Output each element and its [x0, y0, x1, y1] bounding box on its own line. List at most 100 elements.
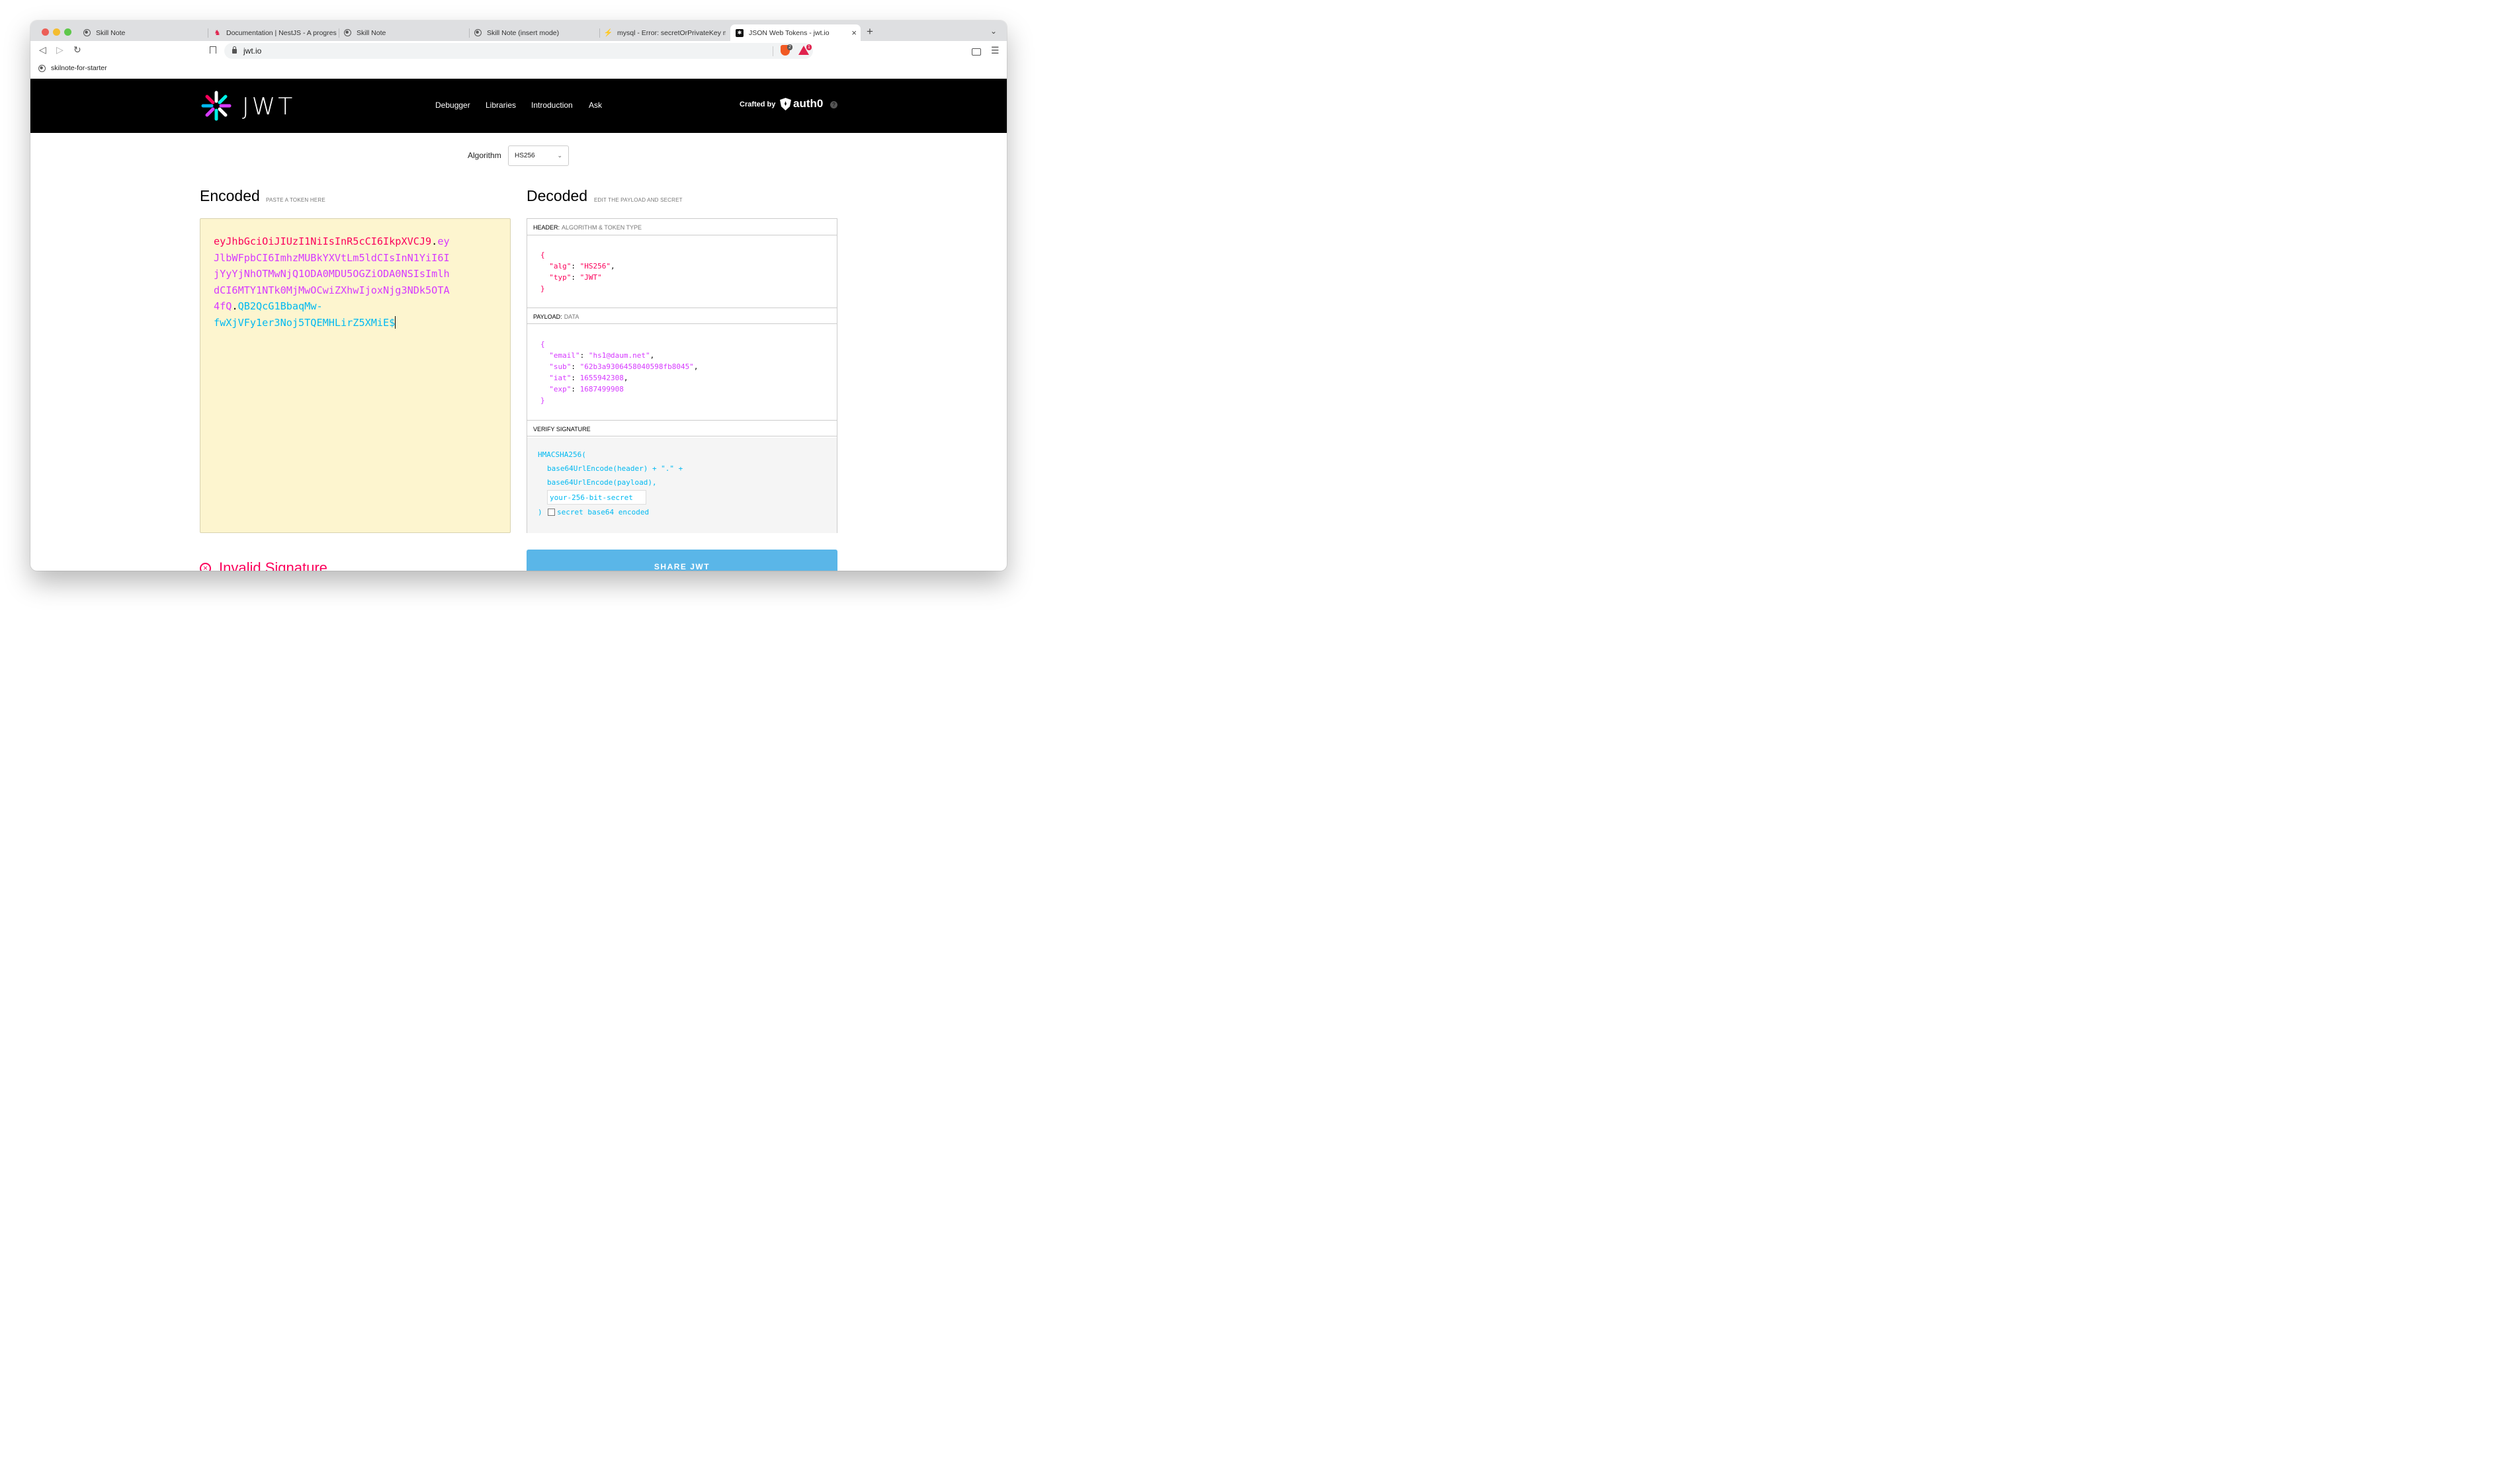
decoded-title: Decoded — [527, 187, 588, 204]
decoded-subtitle: EDIT THE PAYLOAD AND SECRET — [594, 197, 683, 203]
share-jwt-button[interactable]: SHARE JWT — [527, 550, 837, 571]
rewards-count-badge: 1 — [806, 44, 812, 50]
globe-icon — [344, 29, 351, 36]
signature-status: Invalid Signature — [219, 559, 327, 571]
browser-tab-active[interactable]: ✱ JSON Web Tokens - jwt.io × — [730, 24, 861, 41]
help-icon[interactable]: ? — [830, 101, 837, 108]
tab-strip: Skill Note ♞ Documentation | NestJS - A … — [30, 21, 1007, 41]
browser-window: Skill Note ♞ Documentation | NestJS - A … — [30, 21, 1007, 571]
nestjs-icon: ♞ — [214, 29, 221, 37]
payload-email-value: hs1@daum.net — [593, 351, 646, 360]
site-header: JWT Debugger Libraries Introduction Ask … — [30, 79, 1007, 133]
browser-tab[interactable]: ⚡ mysql - Error: secretOrPrivateKey m — [605, 24, 726, 41]
encoded-subtitle: PASTE A TOKEN HERE — [266, 197, 325, 203]
chevron-down-icon: ⌄ — [557, 152, 562, 159]
tab-title: Skill Note (insert mode) — [487, 28, 560, 37]
token-payload-part: dCI6MTY1NTk0MjMwOCwiZXhwIjoxNjg3NDk5OTA — [214, 284, 450, 296]
token-payload-part: ey — [437, 235, 450, 247]
hmac-fn-close: ) — [538, 508, 542, 516]
token-signature-part: fwXjVFy1er3Noj5TQEMHLirZ5XMiE$ — [214, 316, 396, 329]
auth0-shield-icon[interactable] — [780, 98, 791, 110]
encoded-token-textarea[interactable]: eyJhbGciOiJIUzI1NiIsInR5cCI6IkpXVCJ9.ey … — [200, 218, 511, 533]
base64-checkbox[interactable] — [548, 509, 555, 516]
lock-icon — [232, 46, 237, 54]
header-typ-value: JWT — [584, 273, 598, 282]
payload-iat-value: 1655942308 — [579, 374, 624, 382]
globe-icon — [83, 29, 91, 36]
globe-icon — [474, 29, 482, 36]
bookmarks-bar: skilnote-for-starter — [30, 61, 1007, 79]
nav-introduction[interactable]: Introduction — [531, 101, 573, 110]
payload-exp-value: 1687499908 — [579, 385, 624, 393]
section-sublabel: DATA — [564, 313, 579, 320]
invalid-close-icon: × — [200, 563, 211, 571]
url-text: jwt.io — [243, 46, 262, 56]
token-signature-part: QB2QcG1BbaqMw- — [237, 300, 323, 313]
payload-sub-value: 62b3a9306458040598fb8045 — [584, 362, 690, 371]
back-icon[interactable]: ◁ — [39, 44, 46, 56]
browser-tab[interactable]: Skill Note — [344, 24, 463, 41]
forward-icon[interactable]: ▷ — [56, 44, 64, 56]
nav-debugger[interactable]: Debugger — [435, 101, 470, 110]
payload-section-title: PAYLOAD: DATA — [527, 308, 837, 324]
token-payload-part: jYyYjNhOTMwNjQ1ODA0MDU5OGZiODA0NSIsImlh — [214, 268, 450, 280]
verify-section-title: VERIFY SIGNATURE — [527, 420, 837, 436]
tab-title: Skill Note — [357, 28, 386, 37]
nav-ask[interactable]: Ask — [589, 101, 602, 110]
window-minimize-button[interactable] — [53, 28, 60, 36]
token-payload-part: JlbWFpbCI6ImhzMUBkYXVtLm5ldCIsInN1YiI6I — [214, 251, 450, 264]
tab-title: Documentation | NestJS - A progres — [226, 28, 337, 37]
tab-title: mysql - Error: secretOrPrivateKey m — [617, 28, 726, 37]
hmac-fn-open: HMACSHA256( — [538, 450, 586, 459]
browser-tab[interactable]: ♞ Documentation | NestJS - A progres — [214, 24, 337, 41]
secret-input[interactable]: your-256-bit-secret — [547, 490, 646, 505]
section-sublabel: ALGORITHM & TOKEN TYPE — [562, 224, 642, 231]
reload-icon[interactable]: ↻ — [73, 44, 81, 56]
token-dot: . — [431, 235, 438, 247]
address-bar[interactable]: jwt.io — [224, 43, 813, 59]
token-header-part: eyJhbGciOiJIUzI1NiIsInR5cCI6IkpXVCJ9 — [214, 235, 432, 247]
token-payload-part: 4fQ — [214, 300, 232, 313]
payload-json-editor[interactable]: { "email": "hs1@daum.net", "sub": "62b3a… — [540, 339, 698, 406]
auth0-logo-text[interactable]: auth0 — [793, 97, 823, 110]
tab-title: Skill Note — [96, 28, 126, 37]
token-dot: . — [232, 300, 238, 313]
tab-title: JSON Web Tokens - jwt.io — [749, 28, 830, 37]
algorithm-value: HS256 — [515, 152, 535, 159]
tab-list-chevron-icon[interactable]: ⌄ — [990, 26, 997, 36]
verify-line-header: base64UrlEncode(header) + "." + — [547, 464, 683, 473]
section-label: VERIFY SIGNATURE — [533, 426, 591, 433]
header-json-editor[interactable]: { "alg": "HS256", "typ": "JWT" } — [540, 249, 615, 294]
jwt-logo-icon[interactable] — [200, 90, 232, 122]
wallet-icon[interactable] — [972, 48, 981, 56]
header-alg-value: HS256 — [584, 262, 607, 270]
menu-icon[interactable]: ☰ — [991, 45, 1000, 56]
algorithm-select[interactable]: HS256 ⌄ — [508, 145, 569, 166]
text-caret — [395, 315, 396, 329]
section-label: PAYLOAD: — [533, 313, 562, 320]
browser-tab[interactable]: Skill Note — [83, 24, 202, 41]
verify-line-payload: base64UrlEncode(payload), — [547, 478, 657, 487]
shields-count-badge: 2 — [787, 44, 792, 50]
globe-icon — [38, 64, 46, 72]
window-maximize-button[interactable] — [64, 28, 71, 36]
encoded-title: Encoded — [200, 187, 260, 204]
base64-checkbox-label: secret base64 encoded — [557, 508, 650, 516]
decoded-panel: HEADER: ALGORITHM & TOKEN TYPE { "alg": "… — [527, 218, 837, 533]
bookmark-icon[interactable] — [210, 46, 216, 54]
new-tab-button[interactable]: + — [867, 25, 873, 38]
algorithm-label: Algorithm — [468, 151, 501, 160]
browser-toolbar: ◁ ▷ ↻ jwt.io 2 1 ☰ — [30, 41, 1007, 61]
header-section-title: HEADER: ALGORITHM & TOKEN TYPE — [527, 219, 837, 235]
crafted-by-label: Crafted by — [740, 101, 776, 108]
stackoverflow-icon: ⚡ — [605, 29, 613, 37]
bookmark-item[interactable]: skilnote-for-starter — [38, 64, 107, 72]
bookmark-label: skilnote-for-starter — [51, 64, 107, 72]
close-tab-icon[interactable]: × — [851, 28, 857, 38]
window-close-button[interactable] — [42, 28, 49, 36]
verify-signature-area: HMACSHA256( base64UrlEncode(header) + ".… — [527, 438, 837, 533]
jwt-icon: ✱ — [736, 28, 744, 37]
jwt-logo-text: JWT — [242, 93, 296, 120]
nav-libraries[interactable]: Libraries — [486, 101, 516, 110]
browser-tab[interactable]: Skill Note (insert mode) — [474, 24, 593, 41]
